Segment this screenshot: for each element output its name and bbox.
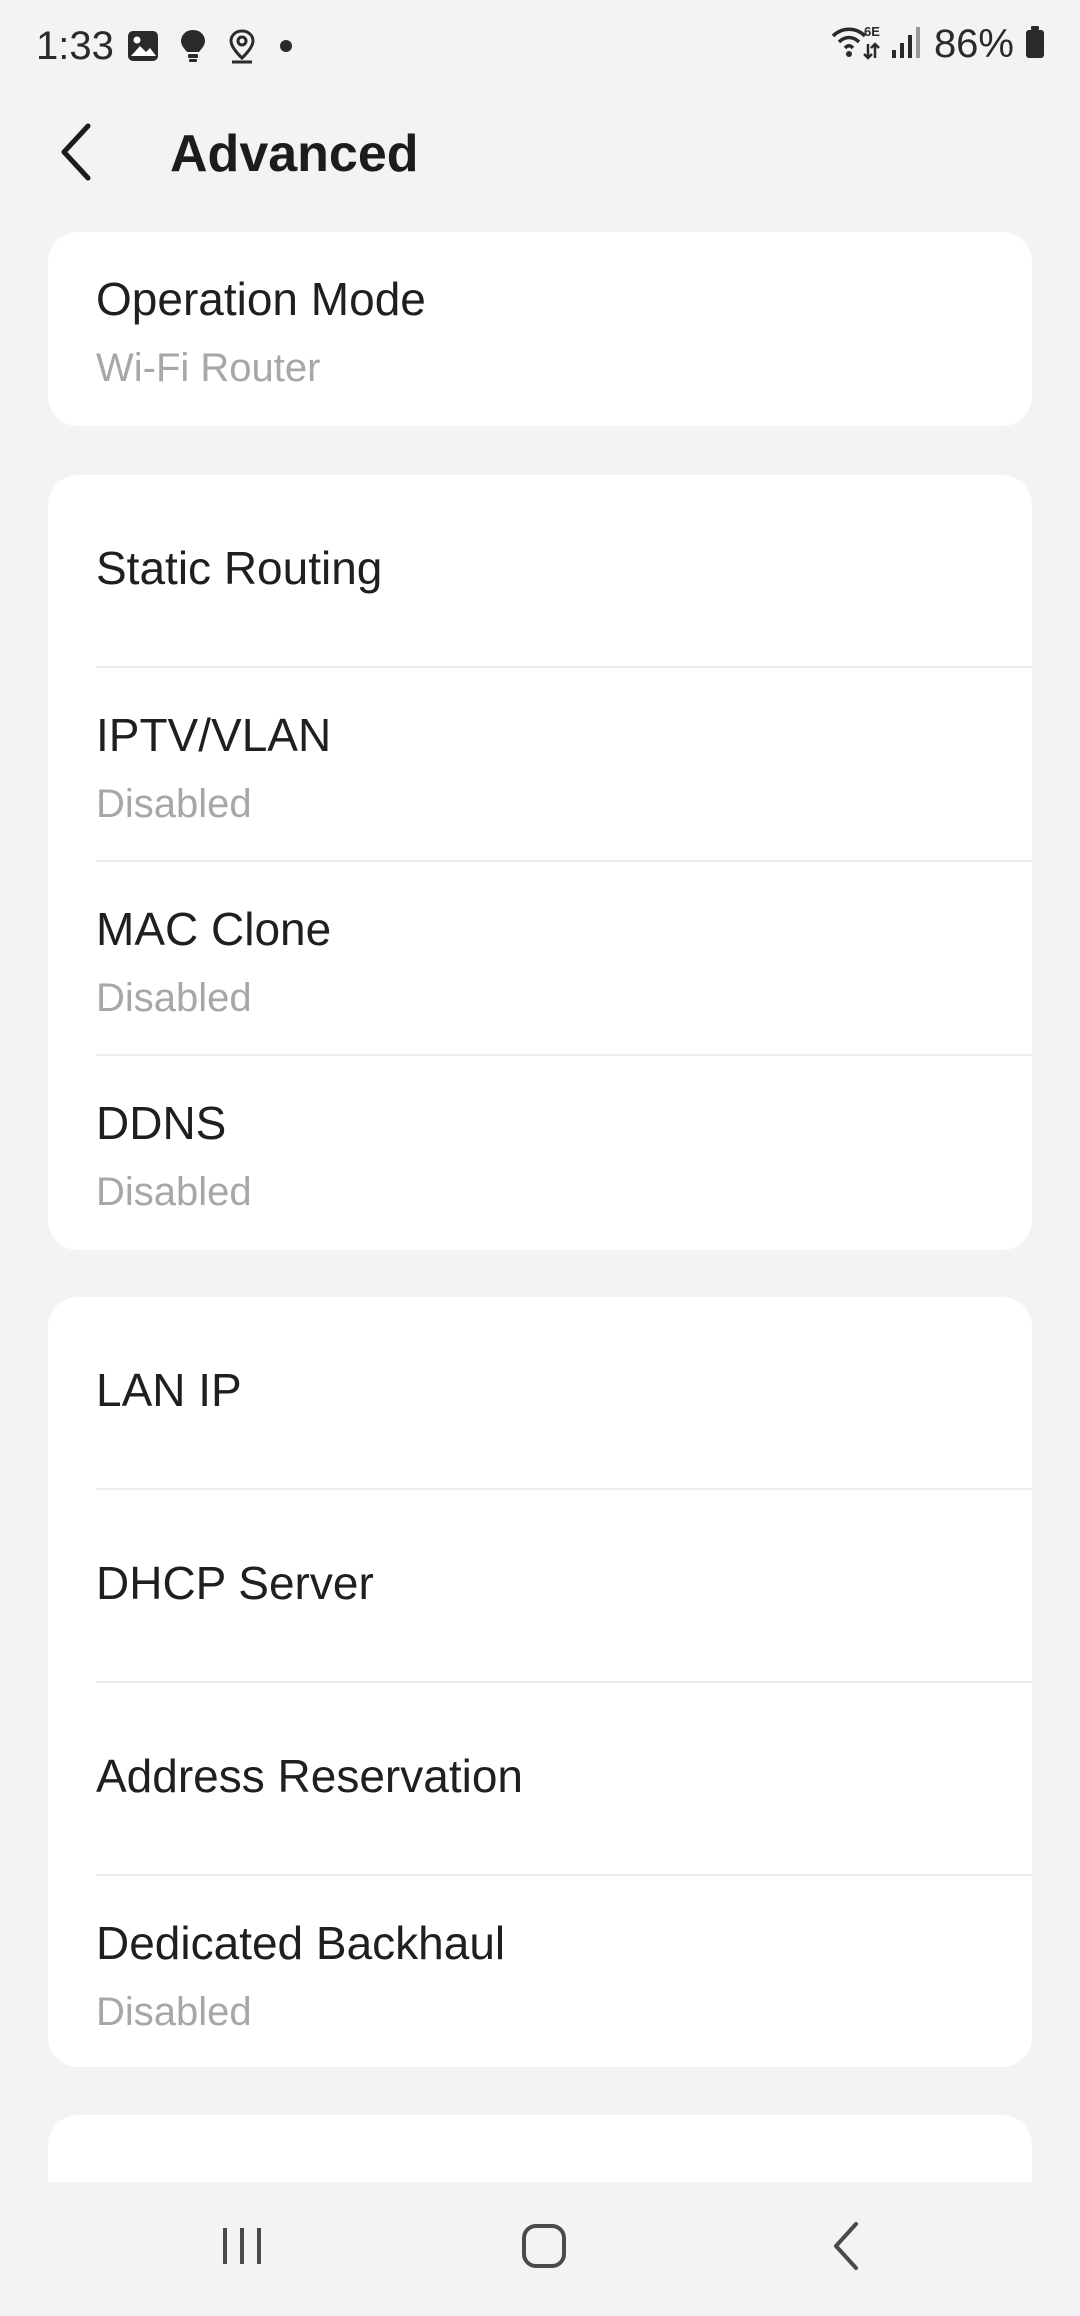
operation-mode-card: Operation Mode Wi-Fi Router <box>48 232 1032 426</box>
list-item-dedicated-backhaul[interactable]: Dedicated Backhaul Disabled <box>48 1876 1032 2067</box>
list-item-iptv-vlan[interactable]: IPTV/VLAN Disabled <box>48 668 1032 862</box>
status-bar: 1:33 6E 86% <box>0 0 1080 96</box>
nav-back-button[interactable] <box>796 2212 896 2284</box>
list-item-operation-mode[interactable]: Operation Mode Wi-Fi Router <box>48 232 1032 426</box>
recents-button[interactable] <box>192 2212 292 2284</box>
battery-percentage: 86% <box>933 22 1014 66</box>
list-item-title: Operation Mode <box>96 273 426 325</box>
list-item-title: DHCP Server <box>96 1557 374 1609</box>
nav-back-icon <box>828 2220 864 2277</box>
page-title: Advanced <box>170 125 419 183</box>
app-bar: Advanced <box>0 96 1080 216</box>
list-item-title: Address Reservation <box>96 1750 523 1802</box>
system-icons: 6E 86% <box>830 22 1046 67</box>
back-chevron-icon <box>54 120 98 189</box>
signal-icon <box>890 24 924 65</box>
wifi-6e-icon: 6E <box>830 22 880 67</box>
list-item-title: IPTV/VLAN <box>96 709 332 761</box>
list-item-mac-clone[interactable]: MAC Clone Disabled <box>48 862 1032 1056</box>
list-item-dhcp-server[interactable]: DHCP Server <box>48 1490 1032 1683</box>
list-item-subtitle: Wi-Fi Router <box>96 346 321 390</box>
routing-settings-card: Static Routing IPTV/VLAN Disabled MAC Cl… <box>48 475 1032 1250</box>
dot-icon <box>276 36 296 61</box>
home-icon <box>519 2221 569 2276</box>
list-item-address-reservation[interactable]: Address Reservation <box>48 1683 1032 1876</box>
list-item-lan-ip[interactable]: LAN IP <box>48 1297 1032 1490</box>
list-item-title: MAC Clone <box>96 903 332 955</box>
bulb-icon <box>178 28 208 69</box>
list-item-title: DDNS <box>96 1097 227 1149</box>
svg-text:6E: 6E <box>864 24 880 39</box>
list-item-subtitle: Disabled <box>96 1170 252 1214</box>
recents-icon <box>217 2224 267 2273</box>
list-item-ddns[interactable]: DDNS Disabled <box>48 1056 1032 1250</box>
home-button[interactable] <box>494 2212 594 2284</box>
battery-icon <box>1024 24 1046 65</box>
status-time: 1:33 <box>36 24 114 68</box>
list-item-subtitle: Disabled <box>96 782 252 826</box>
lan-settings-card: LAN IP DHCP Server Address Reservation D… <box>48 1297 1032 2067</box>
list-item-subtitle: Disabled <box>96 1990 252 2034</box>
list-item-title: LAN IP <box>96 1364 242 1416</box>
list-item-title: Static Routing <box>96 542 383 594</box>
back-button[interactable] <box>40 118 112 190</box>
gallery-icon <box>126 29 160 68</box>
location-icon <box>226 28 258 69</box>
list-item-static-routing[interactable]: Static Routing <box>48 475 1032 668</box>
navigation-bar <box>0 2182 1080 2316</box>
notification-icons <box>126 28 296 69</box>
list-item-title: Dedicated Backhaul <box>96 1917 506 1969</box>
list-item-subtitle: Disabled <box>96 976 252 1020</box>
